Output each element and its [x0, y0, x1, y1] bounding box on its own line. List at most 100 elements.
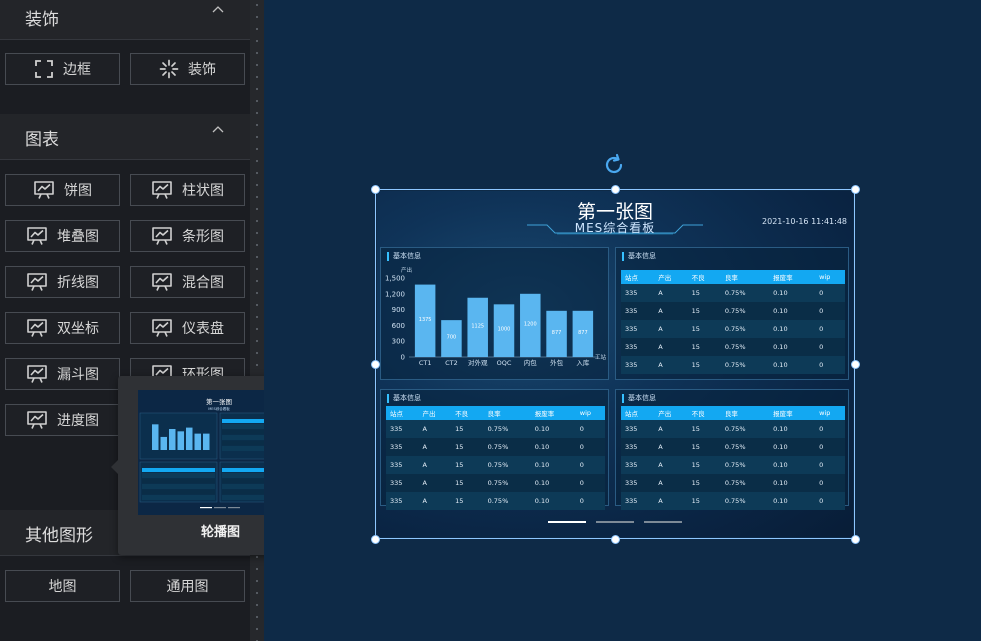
table-cell: 0: [815, 356, 845, 374]
section-title: 装饰: [25, 10, 59, 30]
table-header-cell: 产出: [654, 270, 688, 284]
table-header-cell: 站点: [621, 406, 655, 420]
thumb-bar: [169, 429, 176, 450]
chevron-up-icon[interactable]: [212, 124, 224, 136]
chart-type-button[interactable]: 漏斗图: [5, 358, 120, 390]
chart-type-button[interactable]: 条形图: [130, 220, 245, 252]
map-button[interactable]: 地图: [5, 570, 120, 602]
x-tick-label: CT2: [445, 359, 458, 367]
resize-handle[interactable]: [850, 359, 860, 369]
chart-type-button[interactable]: 饼图: [5, 174, 120, 206]
table-cell: 0.10: [769, 420, 816, 438]
table-header-row: 站点 产出 不良 良率 报废率 wip: [386, 406, 605, 420]
chevron-up-icon[interactable]: [212, 4, 224, 16]
table-cell: 335: [621, 338, 655, 356]
table-cell: 0.10: [769, 492, 816, 510]
panel-title: 基本信息: [387, 394, 421, 403]
table-cell: 15: [687, 438, 721, 456]
table-row: 335 A 15 0.75% 0.10 0: [621, 438, 845, 456]
table-cell: 335: [386, 492, 419, 510]
carousel-component[interactable]: 第一张图 MES综合看板 2021-10-16 11:41:48 基本信息 产出…: [377, 191, 853, 537]
table-row: 335 A 15 0.75% 0.10 0: [621, 284, 845, 302]
chart-board-icon: [27, 411, 47, 429]
bar-data-label: 1125: [471, 323, 484, 329]
table-cell: 0.75%: [720, 474, 770, 492]
table-cell: 0.75%: [720, 284, 770, 302]
table-header-cell: 良率: [720, 270, 770, 284]
table-header-cell: 良率: [720, 406, 770, 420]
table-cell: 0.75%: [720, 320, 770, 338]
table-row: 335 A 15 0.75% 0.10 0: [386, 456, 605, 474]
table-cell: A: [418, 456, 452, 474]
table-cell: 0: [815, 420, 845, 438]
table-cell: 0.10: [530, 492, 576, 510]
table-cell: 0.75%: [720, 456, 770, 474]
table-cell: 0.10: [769, 438, 816, 456]
resize-handle[interactable]: [370, 534, 380, 544]
table-cell: 0.10: [769, 356, 816, 374]
thumb-bar: [152, 424, 159, 450]
table-cell: 0: [575, 492, 605, 510]
chart-type-button[interactable]: 折线图: [5, 266, 120, 298]
panel-title: 基本信息: [622, 394, 656, 403]
border-button[interactable]: 边框: [5, 53, 120, 85]
table-cell: A: [654, 284, 688, 302]
table-cell: 0.75%: [483, 456, 531, 474]
table-header-cell: 报废率: [769, 406, 816, 420]
section-header-charts[interactable]: 图表: [0, 114, 250, 160]
table-cell: 335: [386, 456, 419, 474]
table-row: 335 A 15 0.75% 0.10 0: [621, 474, 845, 492]
table-cell: A: [654, 338, 688, 356]
resize-handle[interactable]: [850, 534, 860, 544]
chart-board-icon: [152, 227, 172, 245]
rotate-icon[interactable]: [602, 153, 626, 177]
info-table: 站点 产出 不良 良率 报废率 wip 335 A 15 0.75% 0.10 0 335 A 15 0.75…: [621, 406, 845, 510]
resize-handle[interactable]: [370, 184, 380, 194]
table-cell: 335: [621, 302, 655, 320]
table-header-cell: 站点: [386, 406, 419, 420]
info-table-panel: 基本信息 站点 产出 不良 良率 报废率 wip 335 A 15 0.75% 0.10 0 335 A 1…: [615, 247, 849, 380]
table-cell: 15: [451, 456, 484, 474]
y-tick-label: 300: [392, 338, 405, 346]
table-header-cell: 产出: [654, 406, 688, 420]
table-cell: 0.10: [769, 338, 816, 356]
carousel-indicator[interactable]: [596, 521, 634, 523]
info-table: 站点 产出 不良 良率 报废率 wip 335 A 15 0.75% 0.10 0 335 A 15 0.75…: [621, 270, 845, 374]
chart-type-button[interactable]: 混合图: [130, 266, 245, 298]
table-cell: 0: [815, 474, 845, 492]
carousel-indicator[interactable]: [548, 521, 586, 523]
section-title: 其他图形: [25, 526, 93, 546]
table-cell: 15: [687, 338, 721, 356]
section-header-decoration[interactable]: 装饰: [0, 0, 250, 40]
chart-type-button[interactable]: 柱状图: [130, 174, 245, 206]
table-header-cell: 不良: [687, 270, 721, 284]
thumb-bar: [194, 433, 201, 450]
table-cell: 15: [687, 302, 721, 320]
table-cell: 0: [575, 456, 605, 474]
table-cell: 0: [575, 474, 605, 492]
bar-data-label: 877: [552, 330, 562, 336]
carousel-indicator[interactable]: [644, 521, 682, 523]
bar-data-label: 1200: [524, 321, 537, 327]
resize-handle[interactable]: [370, 359, 380, 369]
table-cell: A: [654, 474, 688, 492]
resize-handle[interactable]: [610, 184, 620, 194]
chart-board-icon: [27, 365, 47, 383]
table-cell: 15: [451, 438, 484, 456]
y-tick-label: 600: [392, 322, 405, 330]
panel-title: 基本信息: [622, 252, 656, 261]
table-cell: 0.10: [530, 456, 576, 474]
table-cell: 15: [687, 492, 721, 510]
decoration-button[interactable]: 装饰: [130, 53, 245, 85]
chart-type-button[interactable]: 仪表盘: [130, 312, 245, 344]
chart-type-button[interactable]: 双坐标: [5, 312, 120, 344]
chart-type-button[interactable]: 堆叠图: [5, 220, 120, 252]
table-cell: 0: [815, 284, 845, 302]
resize-handle[interactable]: [850, 184, 860, 194]
chart-type-button[interactable]: 进度图: [5, 404, 120, 436]
generic-chart-button[interactable]: 通用图: [130, 570, 245, 602]
table-row: 335 A 15 0.75% 0.10 0: [621, 338, 845, 356]
table-cell: 335: [621, 492, 655, 510]
table-cell: A: [654, 492, 688, 510]
resize-handle[interactable]: [610, 534, 620, 544]
